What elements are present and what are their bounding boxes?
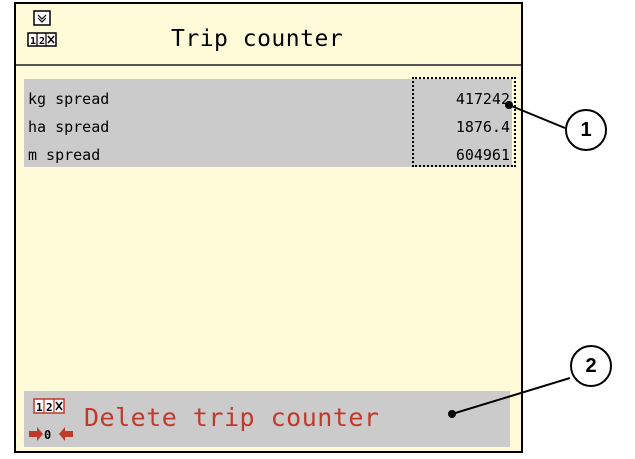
- counter-value-m: 604961: [455, 146, 510, 164]
- svg-text:0: 0: [44, 428, 51, 442]
- svg-text:1: 1: [30, 36, 36, 47]
- trip-counter-icon: 1 2: [27, 10, 57, 47]
- callout-1: 1: [565, 109, 607, 151]
- counter-value-kg: 417242: [455, 90, 510, 108]
- counter-label-m: m spread: [28, 146, 101, 164]
- counter-table: kg spread ha spread m spread 417242 1876…: [24, 77, 516, 167]
- svg-text:2: 2: [46, 401, 53, 414]
- callout-2: 2: [570, 345, 612, 387]
- delete-trip-counter-button[interactable]: 1 2 0 Delete trip counter: [24, 391, 510, 447]
- screen-header: 1 2 Trip counter: [16, 4, 521, 66]
- svg-text:1: 1: [36, 401, 43, 414]
- counter-values-box: 417242 1876.4 604961: [412, 77, 516, 167]
- terminal-screen: 1 2 Trip counter kg spread ha spread m s…: [14, 2, 523, 453]
- delete-trip-counter-label: Delete trip counter: [84, 403, 380, 432]
- counter-label-ha: ha spread: [28, 118, 110, 136]
- counter-label-kg: kg spread: [28, 90, 110, 108]
- svg-text:2: 2: [39, 36, 45, 47]
- reset-counter-icon: 1 2 0: [29, 398, 73, 442]
- page-title: Trip counter: [171, 26, 344, 52]
- counter-value-ha: 1876.4: [455, 118, 510, 136]
